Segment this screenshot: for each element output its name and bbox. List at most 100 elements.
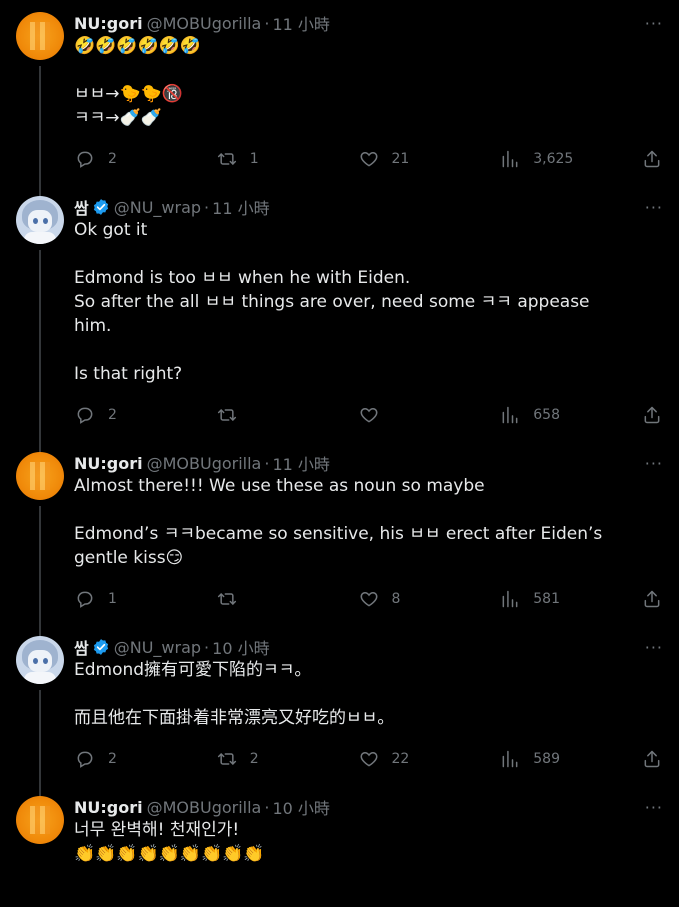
tweet-text-line: Edmond is too ㅂㅂ when he with Eiden.	[74, 268, 411, 288]
views-button[interactable]: 589	[499, 748, 623, 770]
view-count: 589	[533, 751, 560, 767]
repost-button[interactable]	[216, 404, 340, 426]
avatar[interactable]	[16, 452, 64, 500]
tweet-text-line: Edmond’s ㅋㅋbecame so sensitive, his ㅂㅂ e…	[74, 524, 603, 544]
tweet-text-line: Almost there!!! We use these as noun so …	[74, 476, 485, 496]
avatar[interactable]	[16, 636, 64, 684]
tweet-text-line: 🤣🤣🤣🤣🤣🤣	[74, 36, 202, 56]
action-bar: 2 2 22 589	[74, 734, 663, 784]
tweet-timestamp[interactable]: 11 小時	[272, 11, 329, 35]
verified-badge-icon	[92, 638, 110, 656]
tweet-text-line	[74, 58, 663, 82]
author-name[interactable]: 쌈	[74, 195, 89, 219]
more-icon[interactable]: ···	[633, 13, 663, 33]
tweet-text-line: So after the all ㅂㅂ things are over, nee…	[74, 292, 590, 312]
repost-button[interactable]: 1	[216, 148, 340, 170]
tweet-text-line: 而且他在下面掛着非常漂亮又好吃的ㅂㅂ。	[74, 708, 395, 728]
reply-button[interactable]: 2	[74, 404, 198, 426]
tweet-text: Almost there!!! We use these as noun so …	[74, 474, 663, 570]
reply-icon	[74, 404, 96, 426]
tweet[interactable]: NU:gori @MOBUgorilla · 11 小時 ··· Almost there…	[0, 440, 679, 638]
reply-count: 1	[108, 591, 117, 607]
thread-line	[39, 250, 41, 454]
tweet-text-line: Is that right?	[74, 364, 183, 384]
share-button[interactable]	[641, 588, 663, 610]
reply-icon	[74, 588, 96, 610]
views-icon	[499, 748, 521, 770]
action-bar: 2 1 21 3,625	[74, 134, 663, 184]
author-handle[interactable]: @MOBUgorilla	[147, 14, 262, 33]
tweet-text-line	[74, 498, 663, 522]
more-icon[interactable]: ···	[633, 197, 663, 217]
views-button[interactable]: 3,625	[499, 148, 623, 170]
tweet-text-line	[74, 682, 663, 706]
reply-button[interactable]: 1	[74, 588, 198, 610]
action-bar: 1 8 581	[74, 574, 663, 624]
heart-icon	[358, 404, 380, 426]
like-button[interactable]: 22	[358, 748, 482, 770]
view-count: 658	[533, 407, 560, 423]
tweet[interactable]: 쌈 @NU_wrap · 11 小時 ··· Ok got it Edmond is too…	[0, 184, 679, 454]
tweet-text-line: Ok got it	[74, 220, 148, 240]
share-icon	[641, 148, 663, 170]
like-count: 21	[391, 151, 410, 167]
timeline: NU:gori @MOBUgorilla · 11 小時 ··· 🤣🤣🤣🤣🤣🤣 ㅂㅂ→🐤🐤🔞…	[0, 0, 679, 866]
author-handle[interactable]: @NU_wrap	[114, 198, 201, 217]
tweet-timestamp[interactable]: 11 小時	[272, 451, 329, 475]
tweet-text: Ok got it Edmond is too ㅂㅂ when he with E…	[74, 218, 663, 386]
like-button[interactable]	[358, 404, 482, 426]
share-icon	[641, 588, 663, 610]
author-name[interactable]: NU:gori	[74, 798, 143, 817]
repost-count: 2	[249, 751, 259, 767]
more-icon[interactable]: ···	[633, 797, 663, 817]
author-handle[interactable]: @MOBUgorilla	[147, 798, 262, 817]
author-handle[interactable]: @MOBUgorilla	[147, 454, 262, 473]
reply-button[interactable]: 2	[74, 748, 198, 770]
separator-dot: ·	[204, 637, 210, 657]
like-button[interactable]: 21	[358, 148, 482, 170]
reply-button[interactable]: 2	[74, 148, 198, 170]
share-button[interactable]	[641, 748, 663, 770]
repost-icon	[216, 148, 238, 170]
author-handle[interactable]: @NU_wrap	[114, 638, 201, 657]
views-icon	[499, 404, 521, 426]
separator-dot: ·	[264, 797, 270, 817]
tweet[interactable]: NU:gori @MOBUgorilla · 11 小時 ··· 🤣🤣🤣🤣🤣🤣 ㅂㅂ→🐤🐤🔞…	[0, 0, 679, 198]
tweet[interactable]: 쌈 @NU_wrap · 10 小時 ··· Edmond擁有可愛下陷的ㅋㅋ。 而且他在下面…	[0, 624, 679, 798]
like-button[interactable]: 8	[358, 588, 482, 610]
reply-count: 2	[108, 407, 117, 423]
views-button[interactable]: 581	[499, 588, 623, 610]
view-count: 581	[533, 591, 560, 607]
author-name[interactable]: 쌈	[74, 635, 89, 659]
author-name[interactable]: NU:gori	[74, 454, 143, 473]
reply-icon	[74, 148, 96, 170]
author-name[interactable]: NU:gori	[74, 14, 143, 33]
tweet-text-line: 너무 완벽해! 천재인가!	[74, 820, 240, 840]
share-button[interactable]	[641, 148, 663, 170]
more-icon[interactable]: ···	[633, 453, 663, 473]
share-button[interactable]	[641, 404, 663, 426]
avatar[interactable]	[16, 796, 64, 844]
avatar[interactable]	[16, 196, 64, 244]
tweet[interactable]: NU:gori @MOBUgorilla · 10 小時 ··· 너무 완벽해! 천재인가…	[0, 784, 679, 866]
tweet-text: 너무 완벽해! 천재인가! 👏👏👏👏👏👏👏👏👏	[74, 818, 663, 866]
more-icon[interactable]: ···	[633, 637, 663, 657]
repost-button[interactable]	[216, 588, 340, 610]
repost-count: 1	[249, 151, 259, 167]
tweet-text-line	[74, 242, 663, 266]
view-count: 3,625	[533, 151, 574, 167]
thread-line	[39, 690, 41, 798]
reply-count: 2	[108, 751, 117, 767]
views-icon	[499, 148, 521, 170]
tweet-timestamp[interactable]: 10 小時	[272, 795, 329, 819]
tweet-timestamp[interactable]: 10 小時	[212, 635, 269, 659]
tweet-text-line: ㅂㅂ→🐤🐤🔞	[74, 84, 184, 104]
avatar[interactable]	[16, 12, 64, 60]
separator-dot: ·	[204, 197, 210, 217]
tweet-text-line: gentle kiss😏	[74, 548, 184, 568]
tweet-timestamp[interactable]: 11 小時	[212, 195, 269, 219]
views-button[interactable]: 658	[499, 404, 623, 426]
repost-button[interactable]: 2	[216, 748, 340, 770]
repost-icon	[216, 404, 238, 426]
tweet-text-line: 👏👏👏👏👏👏👏👏👏	[74, 844, 265, 864]
